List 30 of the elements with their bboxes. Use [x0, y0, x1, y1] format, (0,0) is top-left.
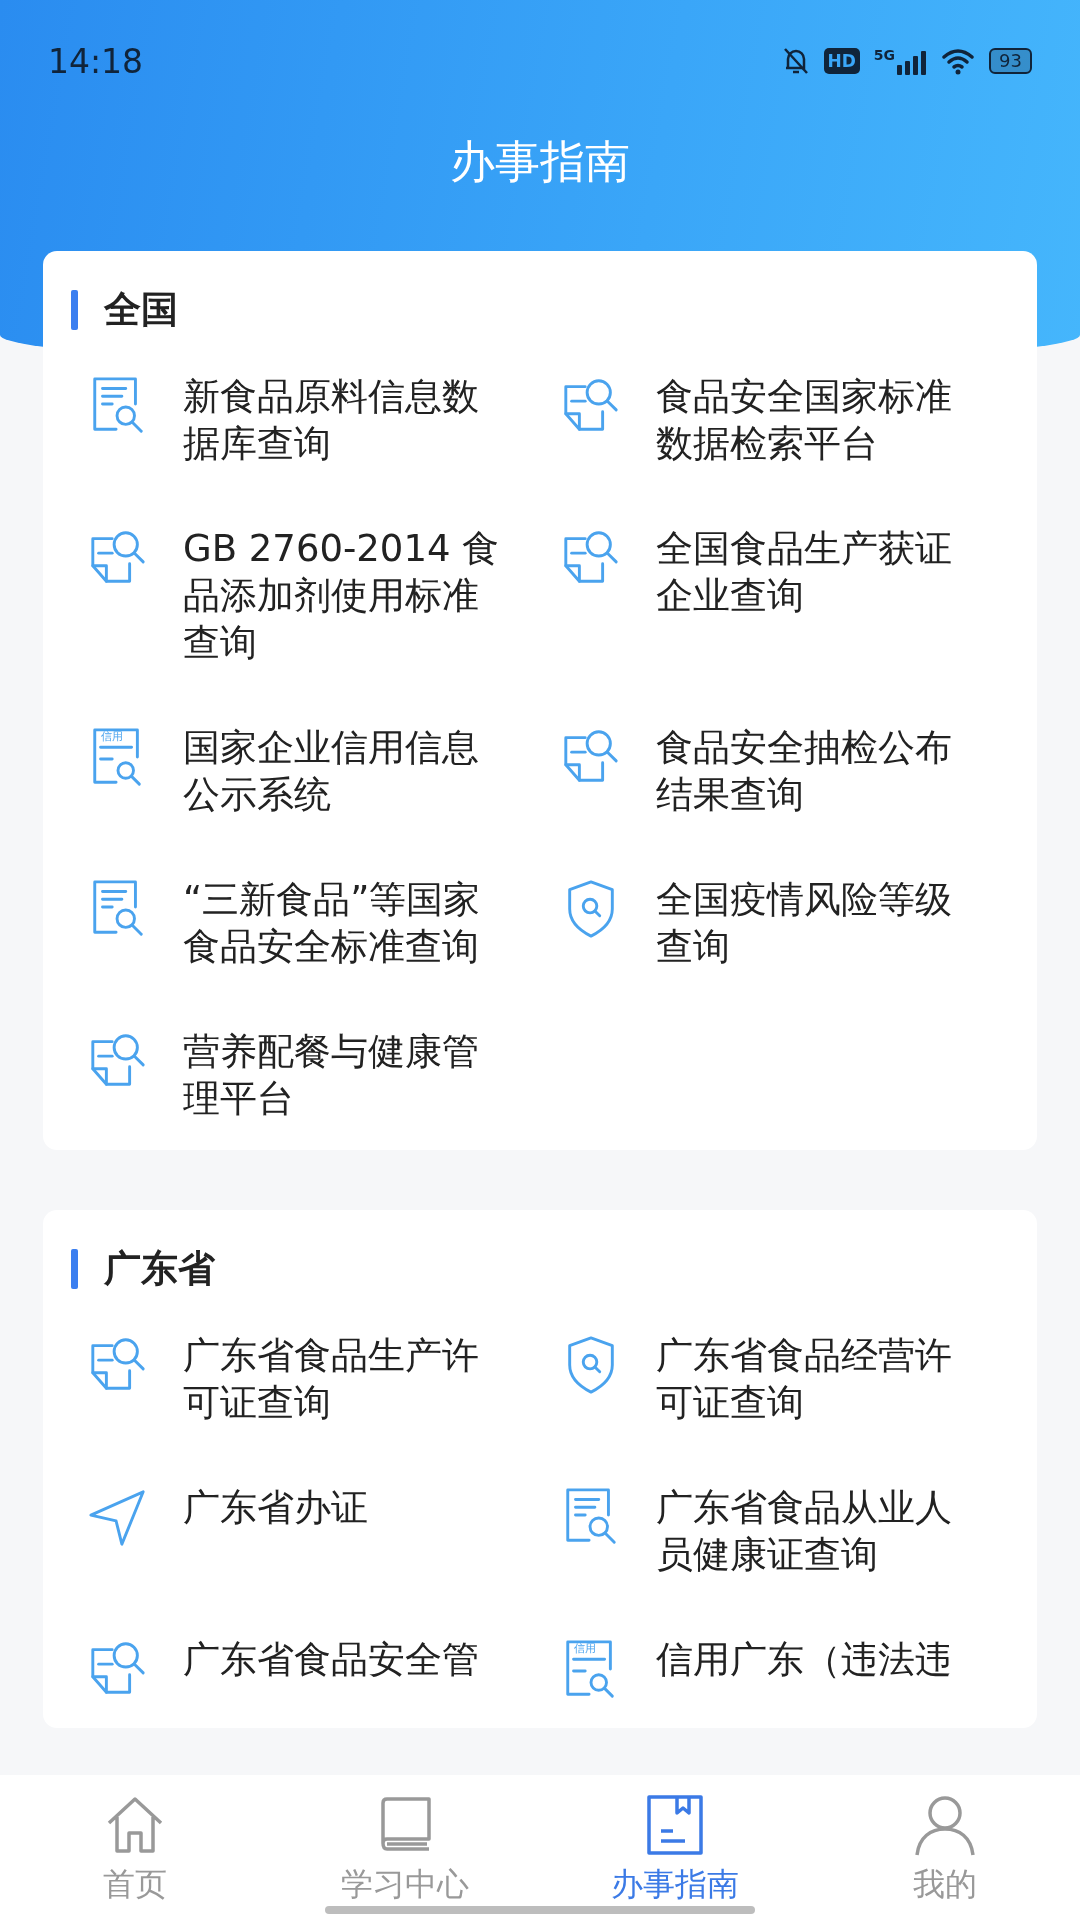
service-link[interactable]: 广东省办证	[183, 1484, 502, 1531]
service-link[interactable]: “三新食品”等国家食品安全标准查询	[183, 876, 502, 970]
service-link[interactable]: 营养配餐与健康管理平台	[183, 1028, 502, 1122]
section-accent	[71, 290, 78, 330]
bell-off-icon	[781, 46, 810, 76]
service-link[interactable]: 信用广东（违法违	[656, 1636, 975, 1683]
service-link[interactable]: 全国食品生产获证企业查询	[656, 525, 975, 619]
service-link[interactable]: 广东省食品从业人员健康证查询	[656, 1484, 975, 1578]
section-title: 广东省	[104, 1246, 215, 1292]
nav-tab[interactable]: 办事指南	[540, 1775, 810, 1920]
service-link[interactable]: 新食品原料信息数据库查询	[183, 373, 502, 467]
service-link[interactable]: 全国疫情风险等级查询	[656, 876, 975, 970]
battery-level: 93	[989, 48, 1032, 74]
icon-label: 信用	[574, 1643, 596, 1655]
service-link[interactable]: 食品安全国家标准数据检索平台	[656, 373, 975, 467]
service-link[interactable]: 广东省食品生产许可证查询	[183, 1332, 502, 1426]
hd-indicator: HD	[823, 48, 860, 74]
service-link[interactable]: GB 2760-2014 食品添加剂使用标准查询	[183, 525, 502, 666]
section-title: 全国	[104, 287, 178, 333]
network-type: 5G	[873, 47, 896, 63]
page-title: 办事指南	[449, 134, 631, 190]
icon-label: 信用	[101, 731, 123, 743]
service-link[interactable]: 广东省食品经营许可证查询	[656, 1332, 975, 1426]
status-time: 14:18	[48, 41, 144, 81]
wifi-icon	[941, 47, 976, 75]
section-accent	[71, 1249, 78, 1289]
service-link[interactable]: 食品安全抽检公布结果查询	[656, 724, 975, 818]
person-icon	[913, 1793, 977, 1857]
service-link[interactable]: 广东省食品安全管	[183, 1636, 502, 1683]
service-link[interactable]: 国家企业信用信息公示系统	[183, 724, 502, 818]
